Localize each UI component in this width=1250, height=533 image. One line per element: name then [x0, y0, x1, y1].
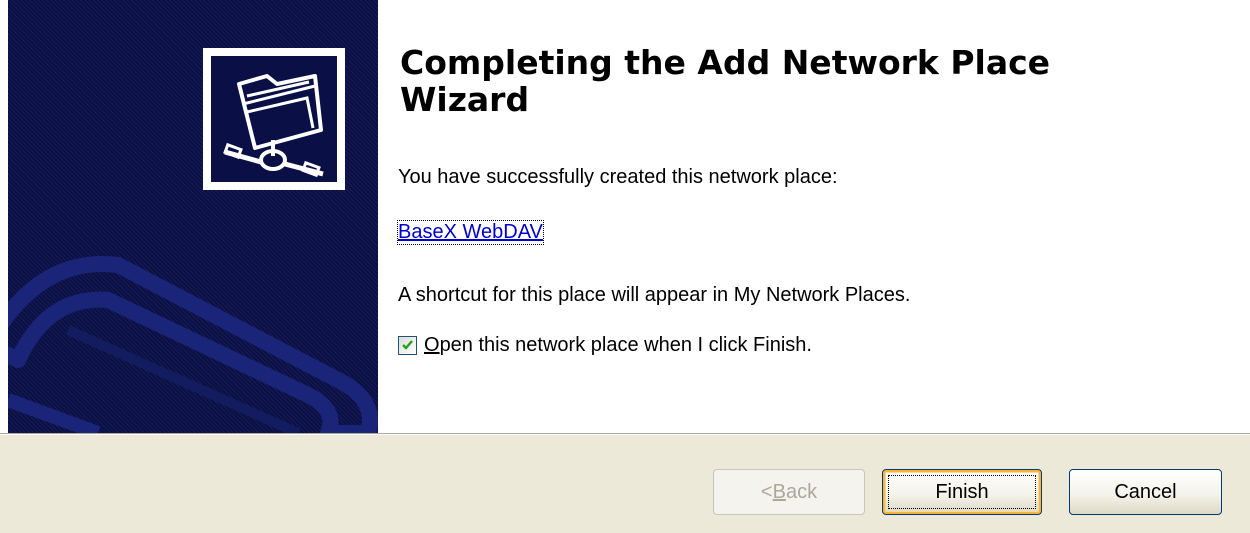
- checkmark-icon: [402, 339, 413, 350]
- open-place-checkbox-label: Open this network place when I click Fin…: [424, 334, 812, 357]
- open-place-mnemonic: O: [424, 333, 440, 356]
- open-place-checkbox-row[interactable]: Open this network place when I click Fin…: [398, 332, 812, 358]
- back-button-rest: ack: [785, 480, 818, 503]
- wizard-title: Completing the Add Network Place Wizard: [400, 43, 1051, 119]
- back-button-mnemonic: B: [772, 480, 786, 503]
- network-folder-icon: [211, 56, 337, 182]
- finish-button[interactable]: Finish: [882, 469, 1042, 515]
- wizard-side-banner: [8, 0, 378, 433]
- open-place-checkbox[interactable]: [398, 335, 417, 355]
- add-network-place-wizard: Completing the Add Network Place Wizard …: [0, 0, 1250, 533]
- back-button[interactable]: < Back: [713, 469, 865, 515]
- wizard-logo-frame: [203, 48, 345, 190]
- wizard-button-bar: < Back Finish Cancel: [0, 435, 1250, 533]
- back-button-prefix: <: [760, 480, 773, 503]
- success-message: You have successfully created this netwo…: [398, 166, 838, 188]
- wizard-content: Completing the Add Network Place Wizard …: [378, 0, 1250, 433]
- network-place-link[interactable]: BaseX WebDAV: [397, 220, 544, 245]
- cancel-button-label: Cancel: [1114, 480, 1177, 503]
- finish-button-label: Finish: [935, 480, 989, 503]
- open-place-label-text: pen this network place when I click Fini…: [439, 333, 812, 356]
- cancel-button[interactable]: Cancel: [1069, 469, 1222, 515]
- shortcut-message: A shortcut for this place will appear in…: [398, 284, 911, 306]
